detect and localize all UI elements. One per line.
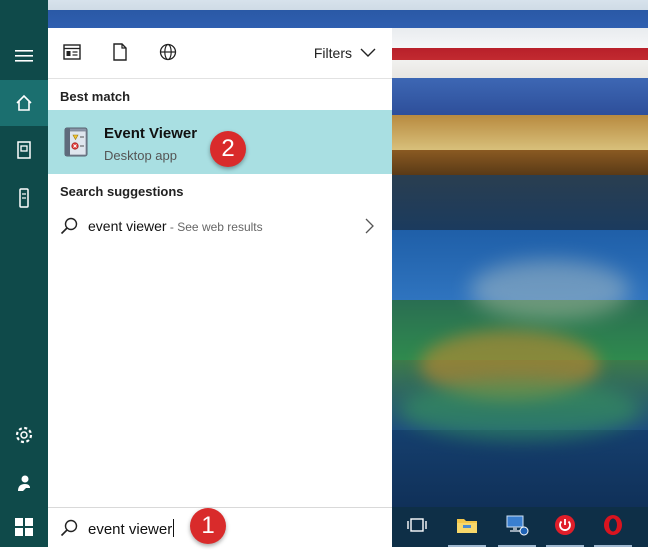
search-suggestions-heading: Search suggestions bbox=[60, 184, 184, 199]
start-button[interactable] bbox=[0, 504, 48, 550]
chevron-down-icon bbox=[360, 45, 376, 61]
phone-icon bbox=[18, 188, 30, 208]
document-icon bbox=[113, 42, 127, 66]
step-2-annotation: 2 bbox=[210, 131, 246, 167]
filters-label: Filters bbox=[313, 45, 352, 61]
task-view-button[interactable] bbox=[394, 507, 440, 547]
apps-icon bbox=[63, 43, 81, 65]
power-app-button[interactable] bbox=[542, 507, 588, 547]
best-match-title: Event Viewer bbox=[104, 125, 198, 142]
event-viewer-icon bbox=[62, 125, 92, 159]
search-results-panel: Filters Best match Event Viewer Desktop … bbox=[48, 28, 392, 507]
settings-button[interactable] bbox=[0, 412, 48, 458]
start-left-rail bbox=[0, 0, 48, 547]
search-input[interactable]: event viewer bbox=[88, 519, 175, 538]
text-caret bbox=[173, 519, 175, 537]
opera-browser-button[interactable] bbox=[590, 507, 636, 547]
feedback-button[interactable] bbox=[0, 460, 48, 506]
documents-filter-button[interactable] bbox=[111, 42, 129, 66]
wallpaper-reflection bbox=[470, 260, 630, 320]
opera-icon bbox=[602, 514, 624, 541]
network-icon bbox=[505, 514, 529, 541]
suggestion-text-wrap: event viewer - See web results bbox=[88, 218, 263, 234]
feedback-icon bbox=[14, 473, 34, 493]
best-match-subtitle: Desktop app bbox=[104, 148, 177, 163]
web-filter-button[interactable] bbox=[159, 43, 177, 66]
globe-icon bbox=[159, 43, 177, 66]
search-icon bbox=[60, 519, 78, 542]
search-input-value: event viewer bbox=[88, 521, 173, 538]
home-icon bbox=[15, 94, 33, 112]
filters-dropdown[interactable]: Filters bbox=[314, 45, 376, 61]
filter-bar: Filters bbox=[48, 28, 392, 79]
hamburger-button[interactable] bbox=[0, 33, 48, 79]
gear-icon bbox=[14, 425, 34, 445]
power-icon bbox=[554, 514, 576, 541]
best-match-heading: Best match bbox=[60, 89, 131, 104]
apps-filter-button[interactable] bbox=[63, 43, 81, 65]
step-1-annotation: 1 bbox=[190, 508, 226, 544]
devices-button[interactable] bbox=[0, 175, 48, 221]
taskbar bbox=[392, 507, 648, 547]
chevron-right-icon bbox=[364, 218, 374, 239]
file-explorer-button[interactable] bbox=[444, 507, 490, 547]
notebook-icon bbox=[16, 141, 32, 159]
windows-icon bbox=[15, 518, 33, 536]
hamburger-icon bbox=[15, 49, 33, 63]
search-icon bbox=[60, 217, 78, 240]
see-web-results-hint: - See web results bbox=[166, 220, 263, 234]
folder-icon bbox=[456, 516, 478, 539]
home-button[interactable] bbox=[0, 80, 48, 126]
web-suggestion-item[interactable]: event viewer - See web results bbox=[48, 210, 392, 242]
network-app-button[interactable] bbox=[494, 507, 540, 547]
task-view-icon bbox=[406, 517, 428, 538]
notebook-button[interactable] bbox=[0, 127, 48, 173]
suggestion-query: event viewer bbox=[88, 218, 167, 234]
wallpaper-reflection bbox=[400, 380, 640, 440]
